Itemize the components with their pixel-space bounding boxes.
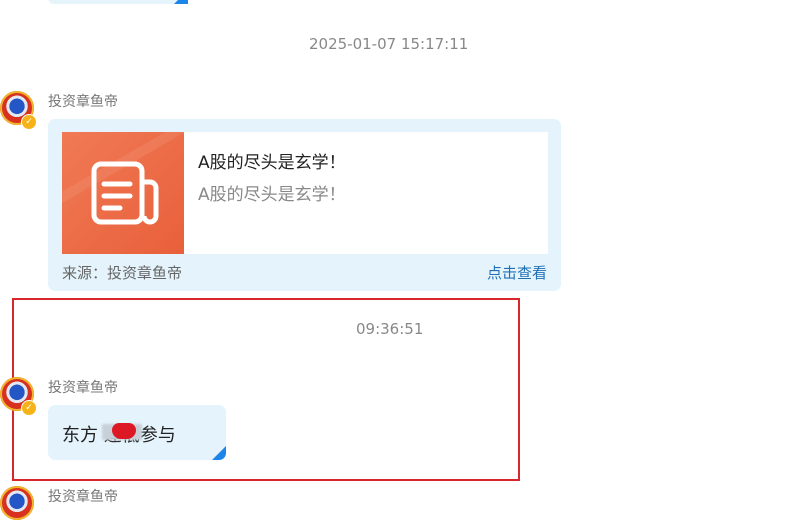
article-icon [91, 161, 159, 225]
text-message-bubble[interactable]: 东方 逢低参与 [48, 405, 226, 460]
timestamp: 2025-01-07 15:17:11 [309, 35, 469, 53]
card-thumbnail [62, 132, 184, 254]
verified-badge-icon: ✓ [21, 114, 37, 130]
timestamp: 09:36:51 [356, 320, 424, 338]
bubble-corner-icon [174, 0, 188, 4]
card-source: 来源：投资章鱼帝 [62, 264, 183, 282]
view-link[interactable]: 点击查看 [487, 262, 547, 283]
sender-name: 投资章鱼帝 [48, 94, 118, 110]
sender-name: 投资章鱼帝 [48, 489, 118, 505]
card-description: A股的尽头是玄学！ [198, 185, 346, 205]
previous-message-bubble [48, 0, 188, 4]
verified-badge-icon: ✓ [21, 400, 37, 416]
globe-avatar-icon[interactable] [0, 486, 34, 520]
card-title: A股的尽头是玄学！ [198, 153, 346, 173]
redaction-mark [102, 421, 142, 443]
link-card[interactable]: A股的尽头是玄学！ A股的尽头是玄学！ [62, 132, 548, 254]
link-card-message[interactable]: A股的尽头是玄学！ A股的尽头是玄学！ 来源：投资章鱼帝 点击查看 [48, 119, 561, 291]
sender-name: 投资章鱼帝 [48, 380, 118, 396]
bubble-corner-icon [212, 446, 226, 460]
